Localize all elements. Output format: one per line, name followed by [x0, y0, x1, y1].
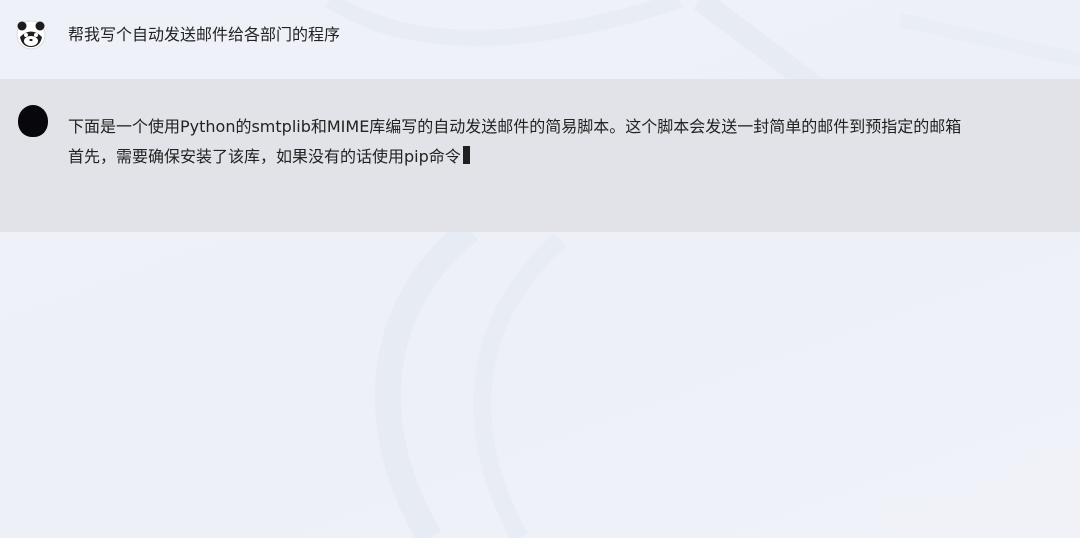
assistant-message: 下面是一个使用Python的smtplib和MIME库编写的自动发送邮件的简易脚…: [0, 79, 1080, 232]
user-message-text: 帮我写个自动发送邮件给各部门的程序: [68, 25, 341, 44]
user-message: 帮我写个自动发送邮件给各部门的程序: [0, 0, 1080, 78]
assistant-message-line: 首先，需要确保安装了该库，如果没有的话使用pip命令: [68, 147, 461, 166]
assistant-avatar-icon: [18, 105, 48, 137]
assistant-message-line-last: 首先，需要确保安装了该库，如果没有的话使用pip命令: [68, 142, 961, 172]
assistant-message-line: 下面是一个使用Python的smtplib和MIME库编写的自动发送邮件的简易脚…: [68, 117, 962, 136]
panda-avatar-icon: [16, 20, 46, 50]
assistant-message-text: 下面是一个使用Python的smtplib和MIME库编写的自动发送邮件的简易脚…: [68, 112, 961, 172]
typing-cursor: [462, 146, 470, 164]
